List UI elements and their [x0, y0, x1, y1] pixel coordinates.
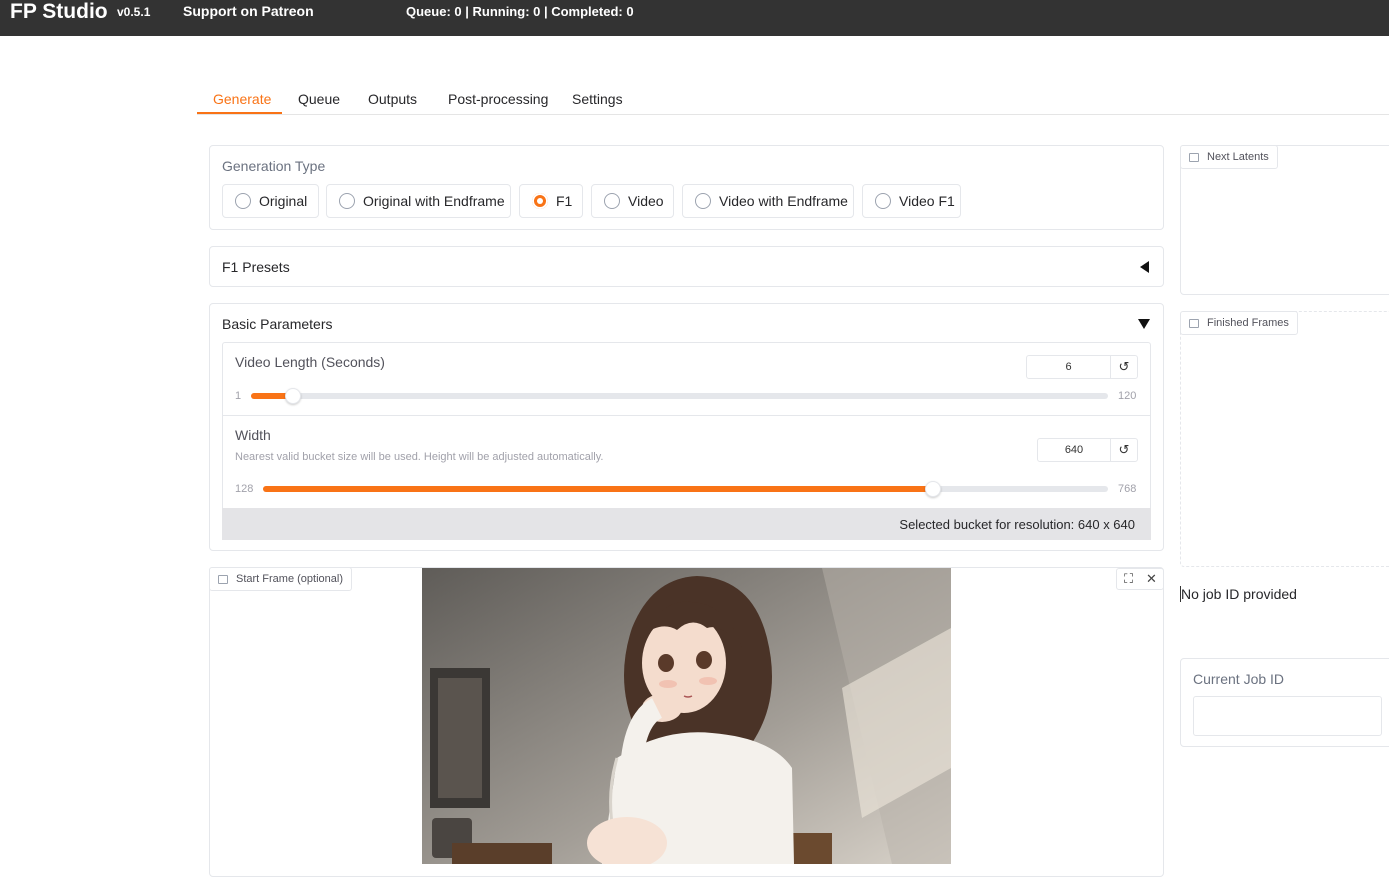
- width-min: 128: [235, 483, 254, 495]
- radio-label: Original with Endframe: [363, 193, 505, 209]
- fullscreen-icon[interactable]: ⛶: [1117, 569, 1140, 589]
- top-bar: FP Studio v0.5.1 Support on Patreon Queu…: [0, 0, 1389, 36]
- tab-queue[interactable]: Queue: [298, 91, 340, 107]
- tab-generate[interactable]: Generate: [213, 91, 271, 107]
- radio-f1[interactable]: F1: [519, 184, 583, 218]
- video-length-track[interactable]: [251, 393, 1108, 399]
- video-length-min: 1: [235, 390, 242, 402]
- expanded-arrow-icon[interactable]: [1138, 319, 1150, 329]
- app-title: FP Studio: [10, 0, 108, 23]
- start-frame-tag: Start Frame (optional): [209, 567, 352, 591]
- width-input[interactable]: 640: [1038, 439, 1110, 461]
- image-toolbar: ⛶ ✕: [1116, 568, 1164, 590]
- f1-presets-accordion[interactable]: F1 Presets: [209, 246, 1164, 287]
- radio-circle: [604, 193, 620, 209]
- tab-settings[interactable]: Settings: [572, 91, 623, 107]
- width-info: Nearest valid bucket size will be used. …: [235, 451, 604, 463]
- current-job-input[interactable]: [1193, 696, 1382, 736]
- reset-icon[interactable]: ↺: [1110, 356, 1137, 378]
- radio-label: Original: [259, 193, 308, 209]
- video-length-label: Video Length (Seconds): [235, 354, 385, 370]
- radio-label: Video with Endframe: [719, 193, 848, 209]
- radio-original-with-endframe[interactable]: Original with Endframe: [326, 184, 511, 218]
- bucket-info: Selected bucket for resolution: 640 x 64…: [222, 508, 1151, 540]
- radio-video-with-endframe[interactable]: Video with Endframe: [682, 184, 854, 218]
- active-tab-indicator: [197, 112, 282, 114]
- radio-original[interactable]: Original: [222, 184, 319, 218]
- radio-video-f1[interactable]: Video F1: [862, 184, 961, 218]
- width-label: Width: [235, 427, 271, 443]
- video-length-input[interactable]: 6: [1027, 356, 1110, 378]
- app-version: v0.5.1: [117, 5, 151, 19]
- collapsed-arrow-icon: [1140, 261, 1149, 273]
- video-length-max: 120: [1118, 390, 1137, 402]
- radio-video[interactable]: Video: [591, 184, 674, 218]
- start-frame-image: [422, 568, 951, 864]
- reset-icon[interactable]: ↺: [1110, 439, 1137, 461]
- finished-frames-block: [1180, 311, 1389, 567]
- video-icon: [1189, 318, 1199, 328]
- main-tabs: Generate Queue Outputs Post-processing S…: [197, 84, 1389, 115]
- radio-circle: [695, 193, 711, 209]
- next-latents-tag: Next Latents: [1180, 145, 1278, 169]
- radio-circle: [875, 193, 891, 209]
- width-thumb[interactable]: [925, 481, 941, 497]
- close-icon[interactable]: ✕: [1140, 569, 1163, 589]
- start-frame-label: Start Frame (optional): [236, 573, 343, 585]
- radio-label: Video F1: [899, 193, 955, 209]
- basic-parameters-title[interactable]: Basic Parameters: [222, 316, 332, 332]
- video-length-number[interactable]: 6 ↺: [1026, 355, 1138, 379]
- width-max: 768: [1118, 483, 1137, 495]
- bucket-text: Selected bucket for resolution: 640 x 64…: [899, 516, 1135, 532]
- f1-presets-title: F1 Presets: [222, 259, 290, 275]
- radio-label: F1: [556, 193, 573, 209]
- queue-status: Queue: 0 | Running: 0 | Completed: 0: [406, 4, 634, 19]
- tab-post-processing[interactable]: Post-processing: [448, 91, 548, 107]
- radio-circle: [235, 193, 251, 209]
- width-fill: [263, 486, 933, 492]
- finished-frames-label: Finished Frames: [1207, 317, 1289, 329]
- patreon-link[interactable]: Support on Patreon: [183, 3, 314, 19]
- radio-circle-selected: [532, 193, 548, 209]
- image-icon: [218, 574, 228, 584]
- width-number[interactable]: 640 ↺: [1037, 438, 1138, 462]
- radio-label: Video: [628, 193, 664, 209]
- generation-type-label: Generation Type: [222, 158, 326, 174]
- radio-circle: [339, 193, 355, 209]
- image-icon: [1189, 152, 1199, 162]
- divider: [222, 415, 1151, 416]
- finished-frames-tag: Finished Frames: [1180, 311, 1298, 335]
- current-job-label: Current Job ID: [1193, 671, 1285, 687]
- anime-girl-illustration: [422, 568, 951, 864]
- video-length-thumb[interactable]: [285, 388, 301, 404]
- tab-outputs[interactable]: Outputs: [368, 91, 417, 107]
- next-latents-label: Next Latents: [1207, 151, 1269, 163]
- job-status-text: No job ID provided: [1180, 586, 1297, 602]
